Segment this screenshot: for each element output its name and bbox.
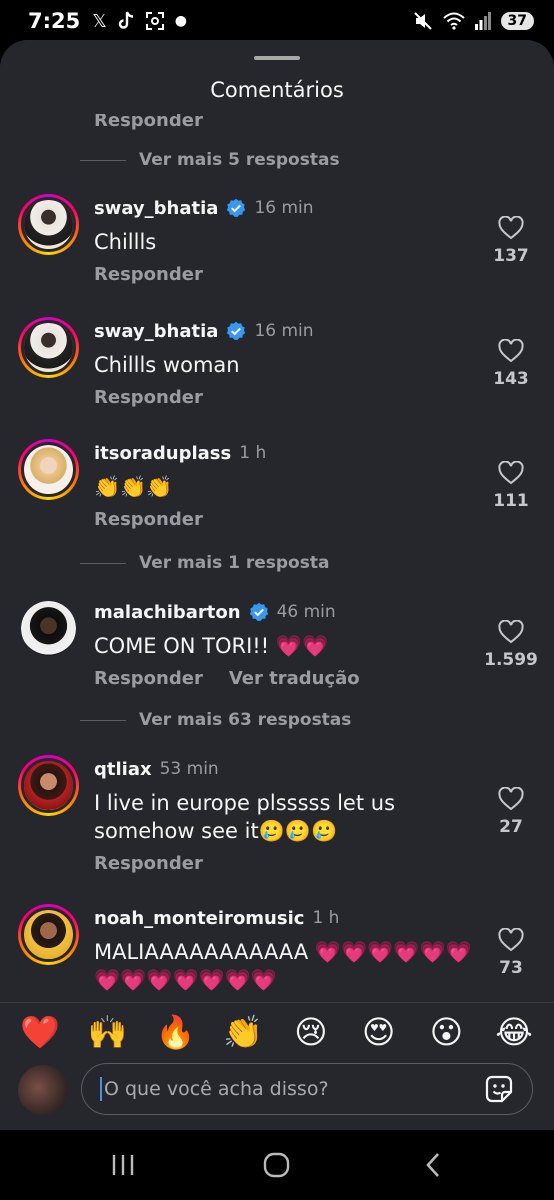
comment-username[interactable]: sway_bhatia <box>94 321 218 342</box>
comment-time: 1 h <box>312 908 340 928</box>
quick-reactions: ❤️ 🙌 🔥 👏 😢 😍 😮 😂 <box>0 1013 554 1051</box>
recents-icon[interactable] <box>110 1150 136 1180</box>
reaction-laugh[interactable]: 😂 <box>489 1013 539 1051</box>
reply-button[interactable]: Responder <box>94 509 203 530</box>
see-translation-button[interactable]: Ver tradução <box>229 668 360 689</box>
back-icon[interactable] <box>422 1150 444 1180</box>
view-more-replies-label: Ver mais 1 resposta <box>139 553 330 573</box>
divider-line <box>80 159 126 161</box>
reply-button[interactable]: Responder <box>94 853 203 874</box>
avatar[interactable] <box>18 194 79 255</box>
heart-icon <box>498 620 524 644</box>
comment-input[interactable]: O que você acha disso? <box>81 1063 533 1115</box>
comment-username[interactable]: malachibarton <box>94 602 241 623</box>
comment-text: 👏👏👏 <box>94 475 173 499</box>
comment-text: I live in europe plsssss let us somehow … <box>94 791 396 843</box>
comment-input-placeholder: O que você acha disso? <box>104 1078 329 1100</box>
avatar[interactable] <box>18 317 79 378</box>
comment-time: 53 min <box>159 759 219 779</box>
like-count: 27 <box>499 817 523 837</box>
notification-icons: 𝕏 ● <box>92 11 187 32</box>
comment-text: Chillls <box>94 230 157 254</box>
heart-icon <box>498 928 524 952</box>
status-time: 7:25 <box>28 9 81 33</box>
navigation-bar <box>0 1130 554 1200</box>
verified-badge-icon <box>249 602 268 621</box>
comment-username[interactable]: sway_bhatia <box>94 198 218 219</box>
avatar[interactable] <box>18 755 79 816</box>
drag-handle[interactable] <box>254 56 300 60</box>
reaction-clap[interactable]: 👏 <box>218 1013 268 1051</box>
verified-badge-icon <box>227 198 246 217</box>
comment-text: COME ON TORI!! 💗💗 <box>94 634 329 658</box>
view-more-replies[interactable]: Ver mais 1 resposta <box>0 553 329 573</box>
sheet-title: Comentários <box>210 78 344 102</box>
home-icon[interactable] <box>262 1150 292 1180</box>
reaction-fire[interactable]: 🔥 <box>150 1013 200 1051</box>
mute-icon <box>413 12 432 30</box>
reaction-heart-eyes[interactable]: 😍 <box>354 1013 404 1051</box>
view-more-replies-label: Ver mais 63 respostas <box>139 710 352 730</box>
battery-icon: 37 <box>500 12 534 30</box>
like-count: 1.599 <box>484 650 538 670</box>
divider-line <box>80 719 126 721</box>
tiktok-icon <box>118 11 133 29</box>
avatar[interactable] <box>18 598 79 659</box>
heart-icon <box>498 787 524 811</box>
reply-button[interactable]: Responder <box>94 264 203 285</box>
heart-icon <box>498 461 524 485</box>
x-icon: 𝕏 <box>92 10 107 32</box>
like-count: 143 <box>493 369 529 389</box>
dot-icon: ● <box>174 13 187 29</box>
comment-username[interactable]: noah_monteiromusic <box>94 908 304 929</box>
like-button[interactable]: 137 <box>490 216 532 266</box>
sheet-header <box>0 40 554 114</box>
view-more-replies[interactable]: Ver mais 63 respostas <box>0 710 351 730</box>
like-button[interactable]: 73 <box>490 928 532 978</box>
verified-badge-icon <box>227 321 246 340</box>
comment-time: 16 min <box>254 321 314 341</box>
like-count: 73 <box>499 958 523 978</box>
comments-sheet: Responder Ver mais 5 respostas sway_bhat… <box>0 40 554 1130</box>
reaction-cry[interactable]: 😢 <box>286 1013 336 1051</box>
heart-icon <box>498 216 524 240</box>
reaction-raised-hands[interactable]: 🙌 <box>83 1013 133 1051</box>
sticker-icon[interactable] <box>482 1072 516 1106</box>
comment-time: 16 min <box>254 198 314 218</box>
like-button[interactable]: 111 <box>490 461 532 511</box>
reaction-heart[interactable]: ❤️ <box>15 1013 65 1051</box>
reaction-wow[interactable]: 😮 <box>421 1013 471 1051</box>
view-more-replies-label: Ver mais 5 respostas <box>139 150 340 170</box>
like-button[interactable]: 27 <box>490 787 532 837</box>
avatar[interactable] <box>18 904 79 965</box>
comment-username[interactable]: itsoraduplass <box>94 443 231 464</box>
like-count: 137 <box>493 246 529 266</box>
like-button[interactable]: 143 <box>490 339 532 389</box>
signal-icon <box>474 12 491 30</box>
text-caret <box>100 1077 102 1101</box>
heart-icon <box>498 339 524 363</box>
composer: ❤️ 🙌 🔥 👏 😢 😍 😮 😂 O que você acha disso? <box>0 1002 554 1130</box>
comment-time: 46 min <box>276 602 336 622</box>
wifi-icon <box>442 12 465 30</box>
comments-list[interactable]: Responder Ver mais 5 respostas sway_bhat… <box>0 40 554 1002</box>
comment-text: Chillls woman <box>94 353 240 377</box>
divider-line <box>80 562 126 564</box>
screenshot-icon <box>145 12 164 30</box>
view-more-replies[interactable]: Ver mais 5 respostas <box>0 150 340 170</box>
reply-button[interactable]: Responder <box>94 387 203 408</box>
comment-text: MALIAAAAAAAAAAA 💗💗💗💗💗💗💗💗💗💗💗💗💗 <box>94 940 472 992</box>
user-avatar <box>18 1065 68 1115</box>
reply-button[interactable]: Responder <box>94 668 203 689</box>
system-icons: 37 <box>413 11 534 31</box>
like-count: 111 <box>493 491 529 511</box>
comment-time: 1 h <box>239 443 267 463</box>
like-button[interactable]: 1.599 <box>484 620 538 670</box>
comment-username[interactable]: qtliax <box>94 759 152 780</box>
status-bar: 7:25 𝕏 ● 37 <box>0 0 554 42</box>
avatar[interactable] <box>18 439 79 500</box>
